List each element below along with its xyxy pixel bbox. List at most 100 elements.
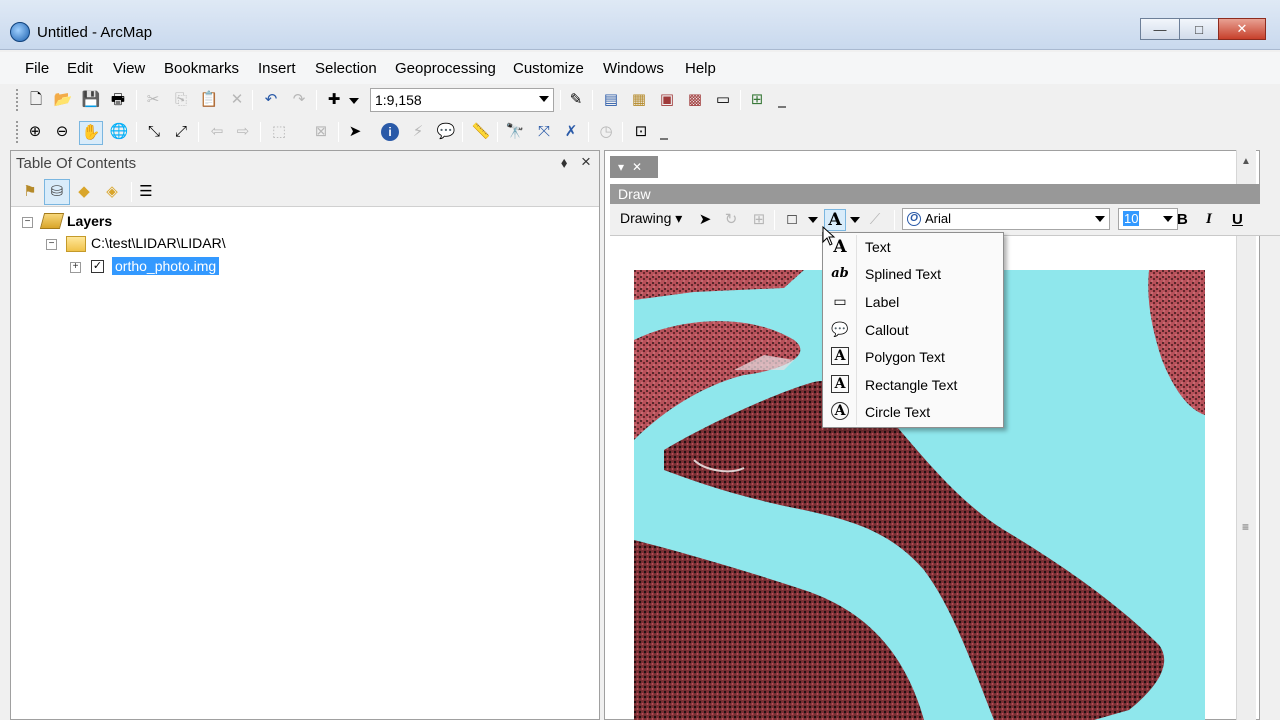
scroll-grip-icon[interactable]: ≡ (1242, 520, 1249, 534)
copy-icon[interactable]: ⎘ (172, 91, 190, 109)
clear-selection-icon[interactable]: ⊠ (312, 123, 330, 141)
arctoolbox-icon[interactable]: ▩ (686, 91, 704, 109)
menu-item-polygon-text[interactable]: A Polygon Text (823, 344, 1003, 371)
delete-icon[interactable]: ✕ (228, 91, 246, 109)
close-icon[interactable]: ✕ (632, 160, 642, 174)
search-window-icon[interactable]: ▣ (658, 91, 676, 109)
rectangle-icon[interactable]: □ (783, 211, 801, 229)
collapse-folder-icon[interactable]: − (46, 239, 57, 250)
toolbar-grip[interactable] (16, 89, 20, 111)
bold-button[interactable]: B (1177, 211, 1188, 228)
menu-item-label[interactable]: ▭ Label (823, 289, 1003, 316)
cut-icon[interactable]: ✂ (144, 91, 162, 109)
select-elements-icon[interactable]: ➤ (346, 123, 364, 141)
arcmap-app-icon[interactable] (10, 22, 30, 42)
catalog-window-icon[interactable]: ▦ (630, 91, 648, 109)
menu-insert[interactable]: Insert (258, 60, 296, 77)
close-button[interactable]: ✕ (1218, 18, 1266, 40)
layers-root-label[interactable]: Layers (67, 213, 112, 229)
chevron-down-icon[interactable] (539, 96, 549, 102)
zoom-to-selected-elements-icon[interactable]: ⊞ (750, 211, 768, 229)
options-icon[interactable]: ☰ (137, 183, 155, 201)
text-tool-dropdown-icon[interactable] (850, 217, 860, 223)
layer-visibility-checkbox[interactable]: ✓ (91, 260, 104, 273)
menu-geoprocessing[interactable]: Geoprocessing (395, 60, 496, 77)
toolbar-options-icon[interactable] (778, 96, 786, 108)
identify-icon[interactable]: i (381, 123, 399, 141)
hyperlink-icon[interactable]: ⚡ (409, 123, 427, 141)
font-combobox[interactable]: O Arial (902, 208, 1110, 230)
maximize-button[interactable]: □ (1179, 18, 1219, 40)
menu-item-circle-text[interactable]: A Circle Text (823, 399, 1003, 426)
fixed-zoom-in-icon[interactable]: ⤡ (145, 123, 163, 141)
back-extent-icon[interactable]: ⇦ (208, 123, 226, 141)
full-extent-icon[interactable]: 🌐 (110, 123, 129, 141)
create-viewer-window-icon[interactable]: ⊡ (632, 123, 650, 141)
menu-windows[interactable]: Windows (603, 60, 664, 77)
paste-icon[interactable]: 📋 (200, 91, 219, 109)
edit-vertices-icon[interactable]: ⟋ (866, 211, 884, 229)
collapse-layers-icon[interactable]: − (22, 217, 33, 228)
modelbuilder-icon[interactable]: ⊞ (748, 91, 766, 109)
list-by-drawing-order-icon[interactable]: ⚑ (21, 183, 39, 201)
html-popup-icon[interactable]: 💬 (437, 123, 456, 141)
rotate-icon[interactable]: ↻ (722, 211, 740, 229)
zoom-out-icon[interactable]: ⊖ (53, 123, 71, 141)
toolbar-menu-arrow-icon[interactable]: ▾ (618, 160, 624, 174)
select-features-icon[interactable]: ⬚ (270, 123, 288, 141)
measure-icon[interactable]: 📏 (472, 123, 491, 141)
zoom-in-icon[interactable]: ⊕ (26, 123, 44, 141)
toolbar-options-icon[interactable] (660, 128, 668, 140)
chevron-down-icon[interactable] (1095, 216, 1105, 222)
find-binoculars-icon[interactable]: 🔭 (506, 123, 525, 141)
table-of-contents-icon[interactable]: ▤ (602, 91, 620, 109)
menu-help[interactable]: Help (685, 60, 716, 77)
menu-selection[interactable]: Selection (315, 60, 377, 77)
menu-item-splined-text[interactable]: ab Splined Text (823, 261, 1003, 288)
menu-customize[interactable]: Customize (513, 60, 584, 77)
menu-edit[interactable]: Edit (67, 60, 93, 77)
drawing-menu-button[interactable]: Drawing ▾ (620, 210, 682, 227)
docked-toolbar-tab[interactable]: ▾ ✕ (610, 156, 658, 178)
underline-button[interactable]: U (1232, 211, 1243, 228)
italic-button[interactable]: I (1206, 211, 1212, 228)
expand-layer-icon[interactable]: + (70, 262, 81, 273)
new-document-icon[interactable]: 🗋 (27, 91, 45, 109)
menu-item-callout[interactable]: 💬 Callout (823, 317, 1003, 344)
menu-item-rectangle-text[interactable]: A Rectangle Text (823, 372, 1003, 399)
save-icon[interactable]: 💾 (82, 91, 101, 109)
toolbar-grip[interactable] (16, 121, 20, 143)
map-scale-combobox[interactable]: 1:9,158 (370, 88, 554, 112)
select-elements-icon[interactable]: ➤ (696, 211, 714, 229)
list-by-visibility-icon[interactable]: ◆ (75, 183, 93, 201)
add-data-dropdown-icon[interactable] (349, 98, 359, 104)
add-data-icon[interactable]: ✚ (325, 91, 343, 109)
font-size-combobox[interactable]: 10 (1118, 208, 1178, 230)
menu-view[interactable]: View (113, 60, 145, 77)
redo-icon[interactable]: ↷ (290, 91, 308, 109)
undo-icon[interactable]: ↶ (262, 91, 280, 109)
print-icon[interactable]: 🖶 (109, 91, 127, 109)
time-slider-icon[interactable]: ◷ (597, 123, 615, 141)
editor-toolbar-icon[interactable]: ✎ (567, 91, 585, 109)
python-window-icon[interactable]: ▭ (714, 91, 732, 109)
forward-extent-icon[interactable]: ⇨ (234, 123, 252, 141)
scroll-up-icon[interactable]: ▲ (1241, 156, 1251, 167)
chevron-down-icon[interactable] (1163, 216, 1173, 222)
draw-toolbar-titlebar[interactable]: Draw (610, 184, 1260, 204)
menu-item-text[interactable]: A Text (823, 234, 1003, 261)
close-icon[interactable]: × (581, 152, 591, 172)
rectangle-dropdown-icon[interactable] (808, 217, 818, 223)
menu-file[interactable]: File (25, 60, 49, 77)
layer-ortho-photo[interactable]: ortho_photo.img (112, 257, 220, 275)
go-to-xy-icon[interactable]: ✗ (562, 123, 580, 141)
pan-icon[interactable]: ✋ (79, 121, 103, 145)
fixed-zoom-out-icon[interactable]: ⤢ (172, 123, 190, 141)
folder-path-label[interactable]: C:\test\LIDAR\LIDAR\ (91, 235, 226, 251)
menu-bookmarks[interactable]: Bookmarks (164, 60, 239, 77)
open-folder-icon[interactable]: 📂 (54, 91, 73, 109)
pin-icon[interactable]: ⬧ (561, 154, 567, 171)
minimize-button[interactable]: — (1140, 18, 1180, 40)
find-route-icon[interactable]: ⤧ (535, 123, 553, 141)
list-by-selection-icon[interactable]: ◈ (103, 183, 121, 201)
